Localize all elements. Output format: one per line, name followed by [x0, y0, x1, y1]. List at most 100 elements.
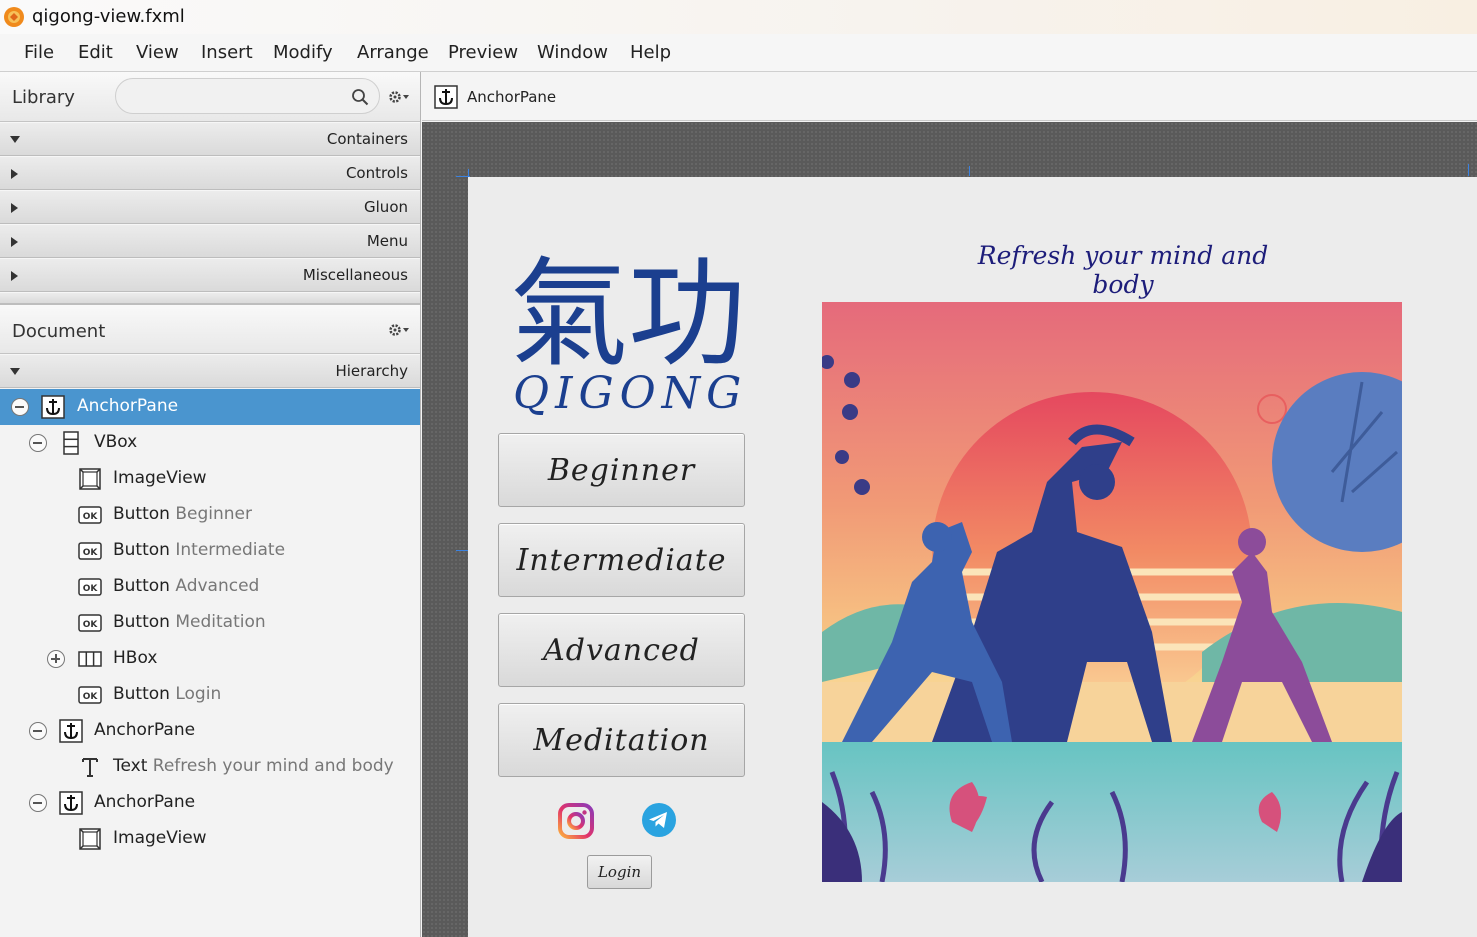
anchorpane-stage[interactable]: 氣功 QIGONG Beginner Intermediate Advanced…: [468, 177, 1477, 937]
qigong-logo: 氣功 QIGONG: [510, 245, 747, 418]
library-search-input[interactable]: [128, 85, 348, 107]
tree-node-label: Button Intermediate: [113, 540, 286, 560]
library-category-containers[interactable]: Containers: [0, 122, 420, 156]
tree-node-label: ImageView: [113, 468, 207, 488]
document-gear-icon[interactable]: [388, 322, 410, 338]
tree-node-label: AnchorPane: [77, 396, 179, 416]
logo-characters: 氣功: [510, 245, 746, 383]
collapse-icon[interactable]: [29, 722, 47, 740]
imageview-icon: [79, 828, 101, 850]
menu-arrange[interactable]: Arrange: [357, 42, 429, 63]
menu-file[interactable]: File: [24, 42, 54, 63]
login-button[interactable]: Login: [587, 855, 652, 889]
tree-row-anchorpane-root[interactable]: AnchorPane: [0, 389, 420, 425]
menu-modify[interactable]: Modify: [273, 42, 333, 63]
library-category-menu[interactable]: Menu: [0, 224, 420, 258]
tree-row-anchorpane-text[interactable]: AnchorPane: [0, 713, 420, 749]
search-icon[interactable]: [351, 88, 369, 106]
document-title: Document: [12, 321, 106, 342]
category-label: Menu: [366, 232, 408, 250]
advanced-button[interactable]: Advanced: [498, 613, 745, 687]
tree-row-button-advanced[interactable]: OK Button Advanced: [0, 569, 420, 605]
menu-help[interactable]: Help: [630, 42, 671, 63]
tree-row-vbox[interactable]: VBox: [0, 425, 420, 461]
button-ok-icon: OK: [78, 542, 102, 560]
tree-node-label: AnchorPane: [94, 720, 196, 740]
menu-edit[interactable]: Edit: [78, 42, 113, 63]
tree-node-label: Button Login: [113, 684, 222, 704]
tree-row-button-intermediate[interactable]: OK Button Intermediate: [0, 533, 420, 569]
collapse-triangle-icon: [10, 136, 20, 143]
library-category-miscellaneous[interactable]: Miscellaneous: [0, 258, 420, 292]
telegram-icon[interactable]: [641, 802, 677, 838]
design-canvas[interactable]: 氣功 QIGONG Beginner Intermediate Advanced…: [422, 122, 1477, 937]
window-title: qigong-view.fxml: [32, 6, 185, 27]
button-ok-icon: OK: [78, 614, 102, 632]
title-bar: qigong-view.fxml: [0, 0, 1477, 34]
tree-node-label: VBox: [94, 432, 138, 452]
tree-row-text[interactable]: Text Refresh your mind and body: [0, 749, 420, 785]
expand-triangle-icon: [11, 203, 18, 213]
hbox-icon: [78, 651, 102, 667]
document-header: Document: [0, 304, 420, 354]
expand-triangle-icon: [11, 271, 18, 281]
tree-row-anchorpane-image[interactable]: AnchorPane: [0, 785, 420, 821]
instagram-icon[interactable]: [557, 802, 595, 840]
tree-node-label: Button Meditation: [113, 612, 266, 632]
collapse-icon[interactable]: [29, 434, 47, 452]
tree-node-label: ImageView: [113, 828, 207, 848]
category-label: Gluon: [364, 198, 408, 216]
qigong-illustration-image: [822, 302, 1402, 882]
svg-text:OK: OK: [83, 692, 99, 702]
anchor-icon: [434, 85, 458, 109]
library-category-controls[interactable]: Controls: [0, 156, 420, 190]
anchor-icon: [59, 791, 83, 815]
scene-builder-icon: [4, 7, 24, 27]
library-category-gluon[interactable]: Gluon: [0, 190, 420, 224]
button-ok-icon: OK: [78, 506, 102, 524]
tree-row-hbox[interactable]: HBox: [0, 641, 420, 677]
tagline-text: Refresh your mind and body: [977, 241, 1269, 299]
library-category-partial: [0, 292, 420, 304]
expand-icon[interactable]: [47, 650, 65, 668]
tree-row-button-login[interactable]: OK Button Login: [0, 677, 420, 713]
svg-text:OK: OK: [83, 584, 99, 594]
svg-text:OK: OK: [83, 620, 99, 630]
collapse-triangle-icon: [10, 368, 20, 375]
library-search[interactable]: [115, 78, 380, 114]
selection-guide: [969, 166, 970, 176]
left-panel: Library Containers Controls Gluon Menu M…: [0, 72, 421, 937]
tree-row-button-meditation[interactable]: OK Button Meditation: [0, 605, 420, 641]
tree-row-imageview[interactable]: ImageView: [0, 461, 420, 497]
button-ok-icon: OK: [78, 686, 102, 704]
content-toolbar: AnchorPane: [422, 72, 1477, 121]
menu-insert[interactable]: Insert: [201, 42, 253, 63]
svg-text:OK: OK: [83, 512, 99, 522]
button-ok-icon: OK: [78, 578, 102, 596]
menu-window[interactable]: Window: [537, 42, 608, 63]
intermediate-button[interactable]: Intermediate: [498, 523, 745, 597]
hierarchy-label: Hierarchy: [335, 362, 408, 380]
expand-triangle-icon: [11, 169, 18, 179]
collapse-icon[interactable]: [11, 398, 29, 416]
library-gear-icon[interactable]: [388, 89, 410, 105]
hierarchy-section[interactable]: Hierarchy: [0, 354, 420, 388]
logo-latin: QIGONG: [513, 368, 747, 418]
beginner-button[interactable]: Beginner: [498, 433, 745, 507]
breadcrumb[interactable]: AnchorPane: [467, 88, 556, 106]
menu-view[interactable]: View: [136, 42, 179, 63]
menu-preview[interactable]: Preview: [448, 42, 518, 63]
library-title: Library: [12, 87, 75, 108]
category-label: Miscellaneous: [302, 266, 408, 284]
tree-node-label: Button Advanced: [113, 576, 260, 596]
tree-node-label: HBox: [113, 648, 158, 668]
tree-node-label: Text Refresh your mind and body: [113, 756, 394, 776]
library-header: Library: [0, 72, 420, 122]
svg-text:OK: OK: [83, 548, 99, 558]
text-icon: [82, 758, 98, 777]
collapse-icon[interactable]: [29, 794, 47, 812]
tree-node-label: Button Beginner: [113, 504, 252, 524]
tree-row-button-beginner[interactable]: OK Button Beginner: [0, 497, 420, 533]
tree-row-imageview-2[interactable]: ImageView: [0, 821, 420, 857]
meditation-button[interactable]: Meditation: [498, 703, 745, 777]
